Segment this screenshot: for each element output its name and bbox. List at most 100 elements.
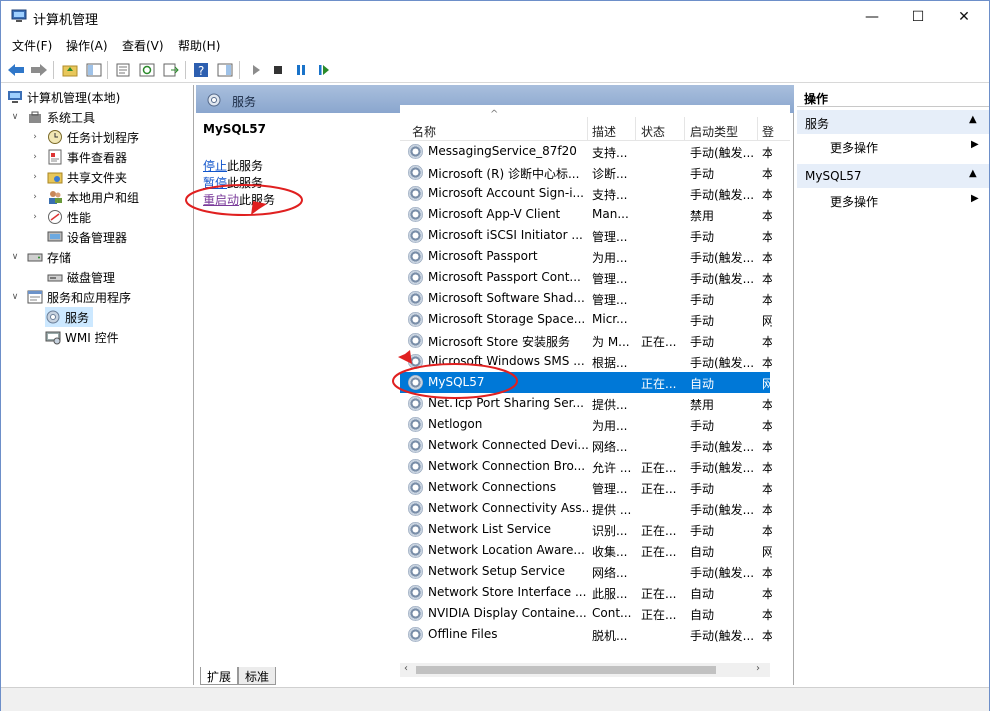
column-header-status[interactable]: 状态 (641, 123, 665, 140)
collapsed-chevron-icon[interactable]: › (29, 132, 41, 142)
table-row[interactable]: Microsoft App-V Client Man... 禁用 本 (400, 204, 772, 225)
properties-button[interactable] (113, 60, 133, 80)
service-status-cell: 正在... (641, 545, 677, 559)
table-row[interactable]: Network Connectivity Ass... 提供 ... 手动(触发..… (400, 498, 772, 519)
expanded-chevron-icon[interactable]: ∨ (9, 252, 21, 262)
service-gear-icon (408, 606, 423, 621)
restart-service-button[interactable] (314, 60, 334, 80)
table-row[interactable]: Microsoft Store 安装服务 为 M... 正在... 手动 本 (400, 330, 772, 351)
actions-pane-title: 操作 (804, 92, 829, 106)
collapsed-chevron-icon[interactable]: › (29, 212, 41, 222)
refresh-icon (139, 63, 155, 77)
menu-action[interactable]: 操作(A) (66, 37, 108, 54)
table-row[interactable]: Microsoft (R) 诊断中心标... 诊断... 手动 本 (400, 162, 772, 183)
table-row[interactable]: Network Location Aware... 收集... 正在... 自动 网 (400, 540, 772, 561)
table-row[interactable]: Network Store Interface ... 此服... 正在... 自动 本 (400, 582, 772, 603)
table-row[interactable]: Network Connection Bro... 允许 ... 正在... 手动(触… (400, 456, 772, 477)
export-list-button[interactable] (161, 60, 181, 80)
table-row[interactable]: Microsoft Passport 为用... 手动(触发... 本 (400, 246, 772, 267)
column-header-description[interactable]: 描述 (592, 123, 616, 140)
table-row[interactable]: Netlogon 为用... 手动 本 (400, 414, 772, 435)
collapsed-chevron-icon[interactable]: › (29, 152, 41, 162)
column-header-logon[interactable]: 登 (762, 123, 774, 140)
actions-section-services[interactable]: 服务 ▲ (797, 110, 989, 134)
tree-item-event-viewer[interactable]: › 事件查看器 (29, 147, 127, 167)
wmi-icon (45, 331, 61, 345)
table-row[interactable]: Network List Service 识别... 正在... 手动 本 (400, 519, 772, 540)
service-gear-icon (408, 564, 423, 579)
tab-standard[interactable]: 标准 (238, 667, 277, 685)
menu-file[interactable]: 文件(F) (12, 37, 52, 54)
tree-item-local-users[interactable]: › 本地用户和组 (29, 187, 139, 207)
start-service-button[interactable] (246, 60, 266, 80)
table-row[interactable]: Network Setup Service 网络... 手动(触发... 本 (400, 561, 772, 582)
close-button[interactable]: ✕ (941, 1, 987, 33)
service-gear-icon (408, 228, 423, 243)
tree-item-shared-folders[interactable]: › 共享文件夹 (29, 167, 127, 187)
table-row[interactable]: Microsoft iSCSI Initiator ... 管理... 手动 本 (400, 225, 772, 246)
show-tree-button[interactable] (84, 60, 104, 80)
table-row[interactable]: Net.Tcp Port Sharing Ser... 提供... 禁用 本 (400, 393, 772, 414)
pause-service-button[interactable] (291, 60, 311, 80)
action-pane-button[interactable] (215, 60, 235, 80)
actions-section-mysql57[interactable]: MySQL57 ▲ (797, 164, 989, 188)
tree-item-wmi-control[interactable]: WMI 控件 (45, 327, 119, 347)
collapse-up-icon[interactable]: ▲ (969, 114, 977, 125)
table-row[interactable]: Network Connected Devi... 网络... 手动(触发... 本 (400, 435, 772, 456)
table-row[interactable]: MessagingService_87f20 支持... 手动(触发... 本 (400, 141, 772, 162)
service-description-cell: 此服... (592, 587, 628, 601)
tree-item-disk-management[interactable]: 磁盘管理 (29, 267, 115, 287)
service-description-cell: 为用... (592, 251, 628, 265)
toolbar-separator (53, 61, 54, 79)
maximize-button[interactable]: ☐ (895, 1, 941, 33)
column-header-startup-type[interactable]: 启动类型 (690, 123, 738, 140)
tab-extended[interactable]: 扩展 (200, 667, 239, 685)
table-row[interactable]: Microsoft Storage Space... Micr... 手动 网 (400, 309, 772, 330)
tree-item-task-scheduler[interactable]: › 任务计划程序 (29, 127, 139, 147)
collapsed-chevron-icon[interactable]: › (29, 172, 41, 182)
table-row[interactable]: NVIDIA Display Containe... Cont... 正在... 自动… (400, 603, 772, 624)
more-actions-mysql57[interactable]: 更多操作 ▶ (797, 189, 989, 211)
tree-item-services[interactable]: 服务 (45, 307, 94, 327)
restart-service-line: 重启动此服务 (203, 191, 275, 208)
collapsed-chevron-icon[interactable]: › (29, 192, 41, 202)
stop-service-link[interactable]: 停止 (203, 159, 227, 173)
menu-view[interactable]: 查看(V) (122, 37, 164, 54)
collapse-up-icon[interactable]: ▲ (969, 168, 977, 179)
service-gear-icon (408, 585, 423, 600)
service-gear-icon (408, 354, 423, 369)
table-row[interactable]: Network Connections 管理... 正在... 手动 本 (400, 477, 772, 498)
table-row-selected[interactable]: MySQL57 正在... 自动 网 (400, 372, 772, 393)
service-startup-type-cell: 手动(触发... (690, 461, 755, 475)
table-row[interactable]: Microsoft Software Shad... 管理... 手动 本 (400, 288, 772, 309)
service-gear-icon (408, 417, 423, 432)
minimize-icon: — (865, 9, 879, 25)
table-row[interactable]: Microsoft Passport Cont... 管理... 手动(触发... 本 (400, 267, 772, 288)
forward-button[interactable] (29, 60, 49, 80)
menu-help[interactable]: 帮助(H) (178, 37, 220, 54)
help-button[interactable]: ? (191, 60, 211, 80)
table-row[interactable]: Microsoft Account Sign-i... 支持... 手动(触发...… (400, 183, 772, 204)
tree-item-performance[interactable]: › 性能 (29, 207, 91, 227)
table-row[interactable]: Offline Files 脱机... 手动(触发... 本 (400, 624, 772, 645)
more-actions-services[interactable]: 更多操作 ▶ (797, 135, 989, 157)
tree-item-storage[interactable]: ∨ 存储 (9, 247, 71, 267)
table-row[interactable]: Microsoft Windows SMS ... 根据... 手动(触发... 本 (400, 351, 772, 372)
tree-item-services-apps[interactable]: ∨ 服务和应用程序 (9, 287, 131, 307)
back-button[interactable] (6, 60, 26, 80)
tree-item-system-tools[interactable]: ∨ 系统工具 (9, 107, 95, 127)
service-gear-icon (408, 333, 423, 348)
refresh-button[interactable] (137, 60, 157, 80)
expanded-chevron-icon[interactable]: ∨ (9, 292, 21, 302)
minimize-button[interactable]: — (849, 1, 895, 33)
stop-service-button[interactable] (268, 60, 288, 80)
tree-item-device-manager[interactable]: 设备管理器 (29, 227, 127, 247)
up-folder-button[interactable] (60, 60, 80, 80)
tree-root[interactable]: 计算机管理(本地) (7, 87, 120, 107)
service-name-cell: Microsoft Storage Space... (428, 312, 586, 326)
restart-service-link[interactable]: 重启动 (203, 193, 239, 207)
expanded-chevron-icon[interactable]: ∨ (9, 112, 21, 122)
pause-service-link[interactable]: 暂停 (203, 176, 227, 190)
column-header-name[interactable]: 名称 (412, 123, 436, 140)
service-name-cell: Network Location Aware... (428, 543, 585, 557)
